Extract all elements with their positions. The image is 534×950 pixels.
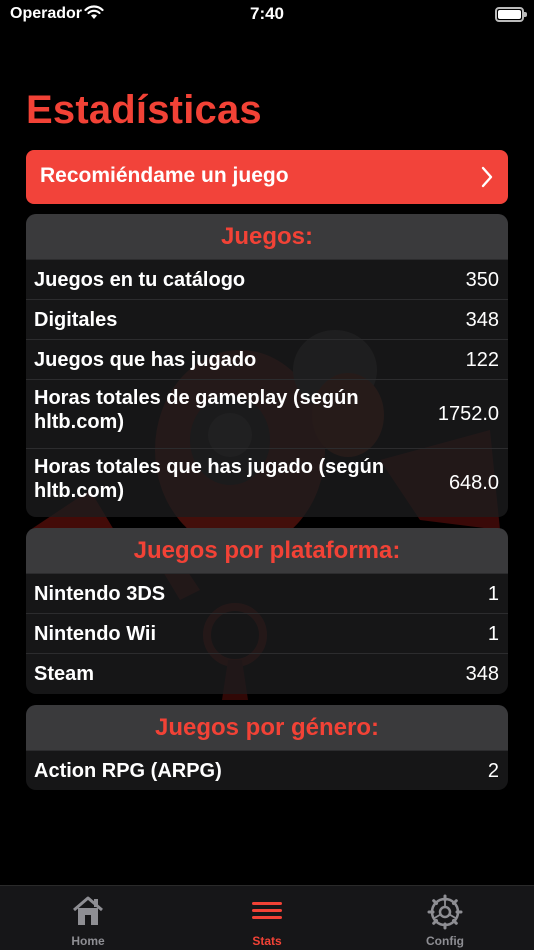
stats-icon: [252, 902, 282, 919]
juegos-card: Juegos: Juegos en tu catálogo 350 Digita…: [26, 214, 508, 517]
platform-row: Steam 348: [26, 653, 508, 693]
gear-icon: [427, 894, 463, 930]
stat-label: Horas totales de gameplay (según hltb.co…: [34, 387, 359, 433]
plataforma-card: Juegos por plataforma: Nintendo 3DS 1 Ni…: [26, 528, 508, 694]
platform-label: Nintendo 3DS: [34, 583, 166, 605]
genero-card: Juegos por género: Action RPG (ARPG) 2: [26, 705, 508, 790]
tab-bar: Home Stats Config: [0, 885, 534, 950]
tab-stats[interactable]: Stats: [202, 886, 332, 950]
page-title: Estadísticas: [26, 88, 262, 132]
stat-label: Juegos que has jugado: [34, 349, 257, 371]
tab-config[interactable]: Config: [380, 886, 510, 950]
stat-label: Digitales: [34, 309, 118, 331]
platform-label: Steam: [34, 663, 95, 685]
stat-row: Juegos que has jugado 122: [26, 339, 508, 379]
stat-value: 348: [465, 309, 499, 331]
status-bar: Operador 7:40: [0, 0, 534, 30]
stat-row: Juegos en tu catálogo 350: [26, 259, 508, 299]
platform-value: 1: [487, 583, 499, 605]
stat-value: 122: [465, 349, 499, 371]
platform-value: 1: [487, 623, 499, 645]
stat-value: 1752.0: [437, 403, 499, 425]
stat-row: Horas totales que has jugado (según hltb…: [26, 448, 508, 517]
home-icon: [73, 896, 103, 925]
stats-screen: Operador 7:40 Estadísticas Recomiéndame …: [0, 0, 534, 950]
tab-home-label: Home: [71, 934, 105, 948]
platform-row: Nintendo 3DS 1: [26, 573, 508, 613]
stat-label: Horas totales que has jugado (según hltb…: [34, 456, 385, 502]
battery-icon: [495, 7, 527, 22]
tab-config-label: Config: [426, 934, 464, 948]
genre-row: Action RPG (ARPG) 2: [26, 750, 508, 790]
stat-row: Digitales 348: [26, 299, 508, 339]
tab-home[interactable]: Home: [23, 886, 153, 950]
genero-header: Juegos por género:: [26, 705, 508, 750]
platform-label: Nintendo Wii: [34, 623, 157, 645]
stat-row: Horas totales de gameplay (según hltb.co…: [26, 379, 508, 448]
genre-value: 2: [487, 760, 499, 782]
genre-label: Action RPG (ARPG): [34, 760, 222, 782]
stat-value: 648.0: [448, 472, 499, 494]
plataforma-header: Juegos por plataforma:: [26, 528, 508, 573]
stat-value: 350: [465, 269, 499, 291]
clock: 7:40: [249, 4, 285, 23]
tab-stats-label: Stats: [252, 934, 282, 948]
stat-label: Juegos en tu catálogo: [34, 269, 246, 291]
juegos-header: Juegos:: [26, 214, 508, 259]
recommend-game-label: Recomiéndame un juego: [40, 164, 289, 187]
platform-row: Nintendo Wii 1: [26, 613, 508, 653]
recommend-game-button[interactable]: Recomiéndame un juego: [26, 150, 508, 204]
chevron-right-icon: [480, 166, 494, 193]
platform-value: 348: [465, 663, 499, 685]
